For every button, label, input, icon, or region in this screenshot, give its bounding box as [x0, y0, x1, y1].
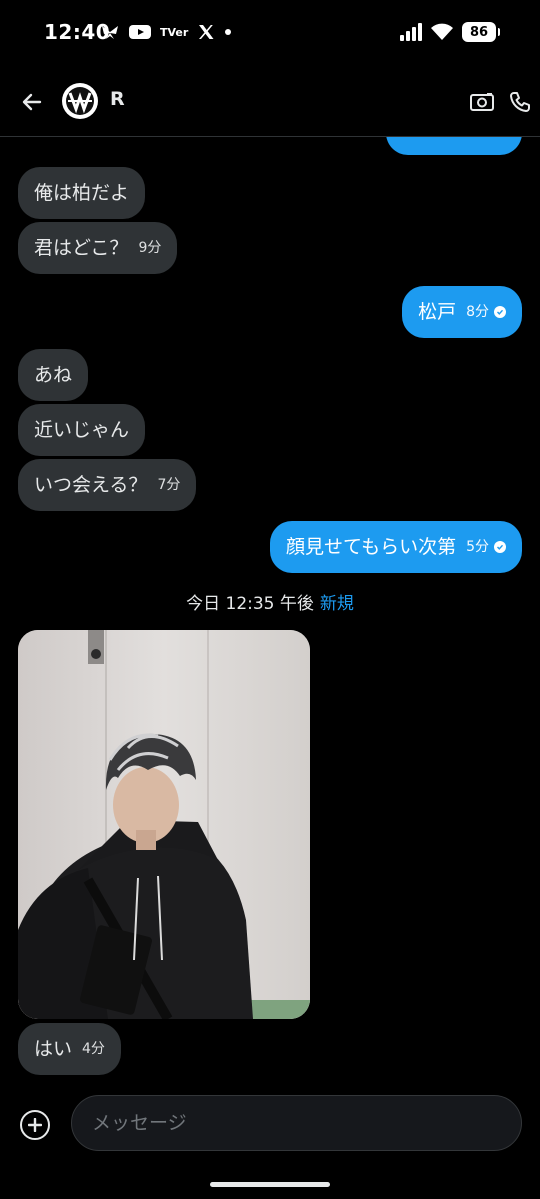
message-bubble-outgoing[interactable]: 顔見せてもらい次第 5分	[270, 521, 522, 573]
message-text: 松戸	[418, 301, 457, 323]
dm-screen: 12:40 TVer 86 R 俺は柏だよ 君はどこ？ 9分 松戸 8分 あね …	[0, 0, 540, 1199]
message-time: 4分	[82, 1041, 105, 1057]
dot-icon	[224, 22, 232, 42]
message-text: はい	[34, 1038, 73, 1060]
message-time: 9分	[138, 240, 162, 256]
new-label: 新規	[319, 594, 354, 614]
message-bubble-outgoing[interactable]: 松戸 8分	[402, 286, 522, 338]
plus-icon	[28, 1118, 42, 1132]
signal-icon	[400, 22, 422, 42]
message-time: 5分	[466, 539, 489, 555]
add-attachment-button[interactable]	[20, 1110, 50, 1140]
avatar[interactable]	[62, 83, 98, 119]
tver-icon: TVer	[160, 25, 189, 39]
message-bubble-incoming[interactable]: いつ会える？ 7分	[18, 459, 197, 511]
video-camera-icon	[470, 93, 494, 111]
sent-check-icon	[494, 541, 506, 553]
message-time: 8分	[466, 304, 489, 320]
message-bubble-incoming[interactable]: 俺は柏だよ	[18, 167, 146, 219]
arrow-left-icon	[22, 93, 42, 111]
new-messages-divider: 今日 12:35 午後 新規	[0, 589, 540, 614]
message-bubble-incoming[interactable]: 近いじゃん	[18, 404, 146, 456]
message-bubble-incoming[interactable]: 君はどこ？ 9分	[18, 222, 178, 274]
message-bubble-incoming[interactable]: あね	[18, 349, 89, 401]
message-bubble-incoming[interactable]: はい 4分	[18, 1023, 121, 1075]
butterfly-app-icon	[100, 22, 120, 42]
battery-indicator: 86	[462, 22, 500, 42]
message-text: 俺は柏だよ	[34, 182, 130, 204]
photo-message[interactable]	[18, 630, 310, 1019]
message-text: 近いじゃん	[34, 419, 130, 441]
youtube-icon	[129, 22, 151, 42]
message-composer	[0, 1088, 540, 1158]
video-call-button[interactable]	[468, 88, 496, 116]
x-logo-icon	[197, 22, 215, 42]
message-text: いつ会える？	[34, 474, 148, 496]
phone-icon	[510, 92, 530, 112]
notification-icons: TVer	[100, 22, 232, 42]
message-time: 7分	[157, 477, 181, 493]
back-button[interactable]	[16, 86, 48, 118]
message-bubble-outgoing-partial[interactable]	[386, 137, 522, 155]
contact-name[interactable]: R	[110, 88, 125, 110]
message-text: 顔見せてもらい次第	[286, 536, 457, 558]
divider-timestamp: 今日 12:35 午後	[186, 594, 314, 614]
message-text: あね	[34, 364, 73, 386]
system-icons: 86	[400, 22, 500, 42]
status-bar: 12:40 TVer 86	[0, 0, 540, 66]
wifi-icon	[430, 22, 454, 42]
message-list[interactable]: 俺は柏だよ 君はどこ？ 9分 松戸 8分 あね 近いじゃん いつ会える？ 7分 …	[0, 137, 540, 1087]
selfie-photo	[18, 630, 310, 1019]
message-input[interactable]	[71, 1095, 522, 1151]
message-text: 君はどこ？	[34, 237, 129, 259]
sent-check-icon	[494, 306, 506, 318]
voice-call-button[interactable]	[506, 88, 534, 116]
conversation-header: R	[0, 66, 540, 137]
home-indicator[interactable]	[210, 1182, 330, 1187]
